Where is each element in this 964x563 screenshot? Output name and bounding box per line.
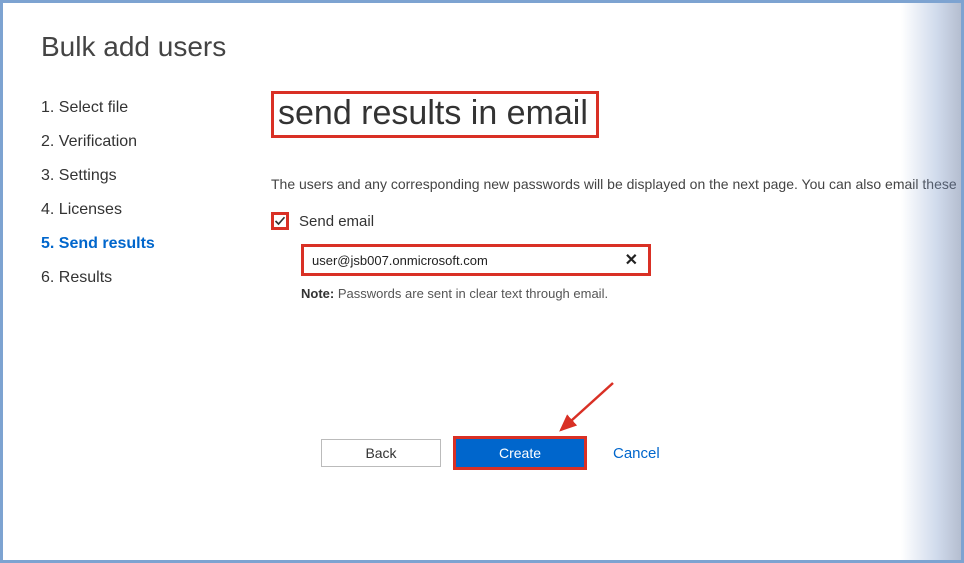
send-email-checkbox[interactable] <box>271 212 289 230</box>
main-content: send results in email The users and any … <box>271 91 964 301</box>
note-prefix: Note: <box>301 286 334 301</box>
page-title: Bulk add users <box>3 3 961 63</box>
note-text: Passwords are sent in clear text through… <box>334 286 608 301</box>
wizard-step-select-file[interactable]: 1. Select file <box>41 91 271 125</box>
wizard-step-results[interactable]: 6. Results <box>41 261 271 295</box>
email-input[interactable] <box>312 253 621 268</box>
step-number: 4. <box>41 201 54 218</box>
step-label: Settings <box>59 167 117 184</box>
step-label: Licenses <box>59 201 122 218</box>
wizard-step-settings[interactable]: 3. Settings <box>41 159 271 193</box>
step-label: Results <box>59 269 112 286</box>
back-button[interactable]: Back <box>321 439 441 467</box>
checkmark-icon <box>274 215 286 227</box>
step-label: Send results <box>59 235 155 252</box>
step-number: 2. <box>41 133 54 150</box>
create-button-highlight: Create <box>453 436 587 470</box>
wizard-step-send-results[interactable]: 5. Send results <box>41 227 271 261</box>
send-email-label: Send email <box>299 213 374 230</box>
step-number: 5. <box>41 235 54 252</box>
step-number: 6. <box>41 269 54 286</box>
wizard-step-verification[interactable]: 2. Verification <box>41 125 271 159</box>
step-number: 3. <box>41 167 54 184</box>
step-label: Verification <box>59 133 137 150</box>
wizard-steps-sidebar: 1. Select file 2. Verification 3. Settin… <box>41 91 271 301</box>
main-heading: send results in email <box>278 94 588 133</box>
email-input-highlight: ✕ <box>301 244 651 276</box>
main-heading-highlight: send results in email <box>271 91 599 138</box>
password-note: Note: Passwords are sent in clear text t… <box>301 286 957 301</box>
step-number: 1. <box>41 99 54 116</box>
create-button[interactable]: Create <box>456 439 584 467</box>
button-row: Back Create Cancel <box>321 436 660 470</box>
wizard-step-licenses[interactable]: 4. Licenses <box>41 193 271 227</box>
cancel-link[interactable]: Cancel <box>613 445 660 462</box>
step-label: Select file <box>59 99 128 116</box>
description-text: The users and any corresponding new pass… <box>271 176 957 192</box>
clear-input-icon[interactable]: ✕ <box>621 250 642 270</box>
